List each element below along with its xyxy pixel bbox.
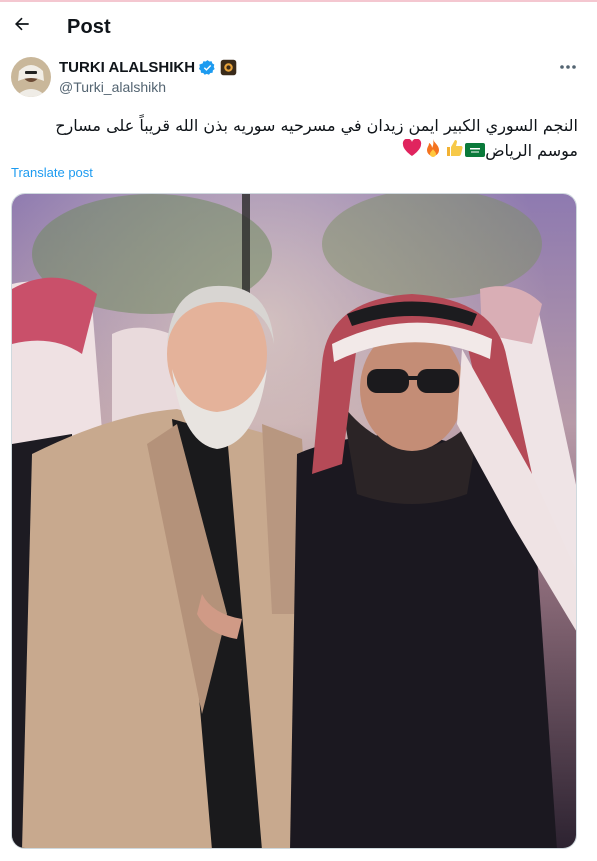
post-text: النجم السوري الكبير ايمن زيدان في مسرحيه… bbox=[55, 116, 578, 160]
back-button[interactable] bbox=[8, 10, 36, 38]
author-row: TURKI ALALSHIKH bbox=[59, 58, 237, 76]
author-handle[interactable]: @Turki_alalshikh bbox=[59, 79, 166, 95]
saudi-flag-icon bbox=[465, 139, 486, 164]
avatar[interactable] bbox=[11, 57, 51, 97]
fire-icon bbox=[423, 138, 443, 165]
post-text-block: النجم السوري الكبير ايمن زيدان في مسرحيه… bbox=[10, 113, 578, 165]
affiliation-badge-icon[interactable] bbox=[220, 59, 237, 76]
verified-badge-icon bbox=[199, 59, 215, 75]
author-name[interactable]: TURKI ALALSHIKH bbox=[59, 59, 195, 76]
more-dots-icon bbox=[560, 65, 576, 69]
red-heart-icon bbox=[402, 138, 422, 164]
left-arrow-icon bbox=[15, 17, 29, 31]
more-options-button[interactable] bbox=[556, 58, 580, 76]
translate-post-link[interactable]: Translate post bbox=[11, 165, 93, 180]
post-photo[interactable] bbox=[11, 193, 577, 849]
post-header: Post bbox=[0, 2, 597, 54]
thumbs-up-icon bbox=[444, 138, 464, 165]
page-title: Post bbox=[67, 16, 111, 38]
